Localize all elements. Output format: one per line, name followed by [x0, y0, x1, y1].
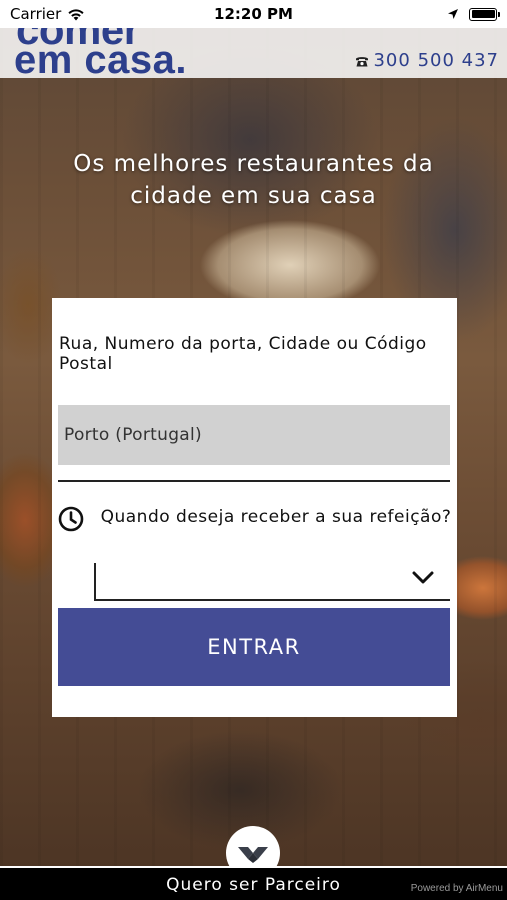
status-left: Carrier — [10, 5, 85, 23]
delivery-time-label: Quando deseja receber a sua refeição? — [100, 507, 452, 527]
logo-text: em casa. — [14, 38, 188, 78]
phone-contact[interactable]: 300 500 437 — [355, 50, 499, 71]
status-bar: Carrier 12:20 PM — [0, 0, 507, 28]
double-chevron-icon — [238, 847, 268, 863]
phone-icon — [356, 56, 369, 66]
battery-level — [471, 10, 495, 18]
footer-bar: Quero ser Parceiro Powered by AirMenu — [0, 866, 507, 900]
clock-icon — [58, 506, 84, 532]
enter-button[interactable]: ENTRAR — [58, 608, 450, 686]
delivery-time-select[interactable] — [94, 563, 450, 601]
location-arrow-icon — [448, 9, 458, 19]
app-header: comer em casa. 300 500 437 — [0, 28, 507, 78]
phone-number[interactable]: 300 500 437 — [373, 50, 499, 71]
status-right — [447, 7, 500, 21]
hero-tagline: Os melhores restaurantes da cidade em su… — [73, 151, 434, 209]
address-input[interactable]: Porto (Portugal) — [58, 405, 450, 465]
carrier-label: Carrier — [10, 5, 62, 23]
battery-icon — [469, 7, 500, 21]
chevron-down-icon[interactable] — [412, 571, 434, 585]
search-form-card: Rua, Numero da porta, Cidade ou Código P… — [52, 298, 457, 717]
address-label: Rua, Numero da porta, Cidade ou Código P… — [59, 334, 427, 374]
powered-by-label: Powered by AirMenu — [410, 883, 503, 894]
wifi-icon — [68, 8, 84, 20]
address-input-value: Porto (Portugal) — [64, 425, 202, 445]
divider — [58, 480, 450, 482]
